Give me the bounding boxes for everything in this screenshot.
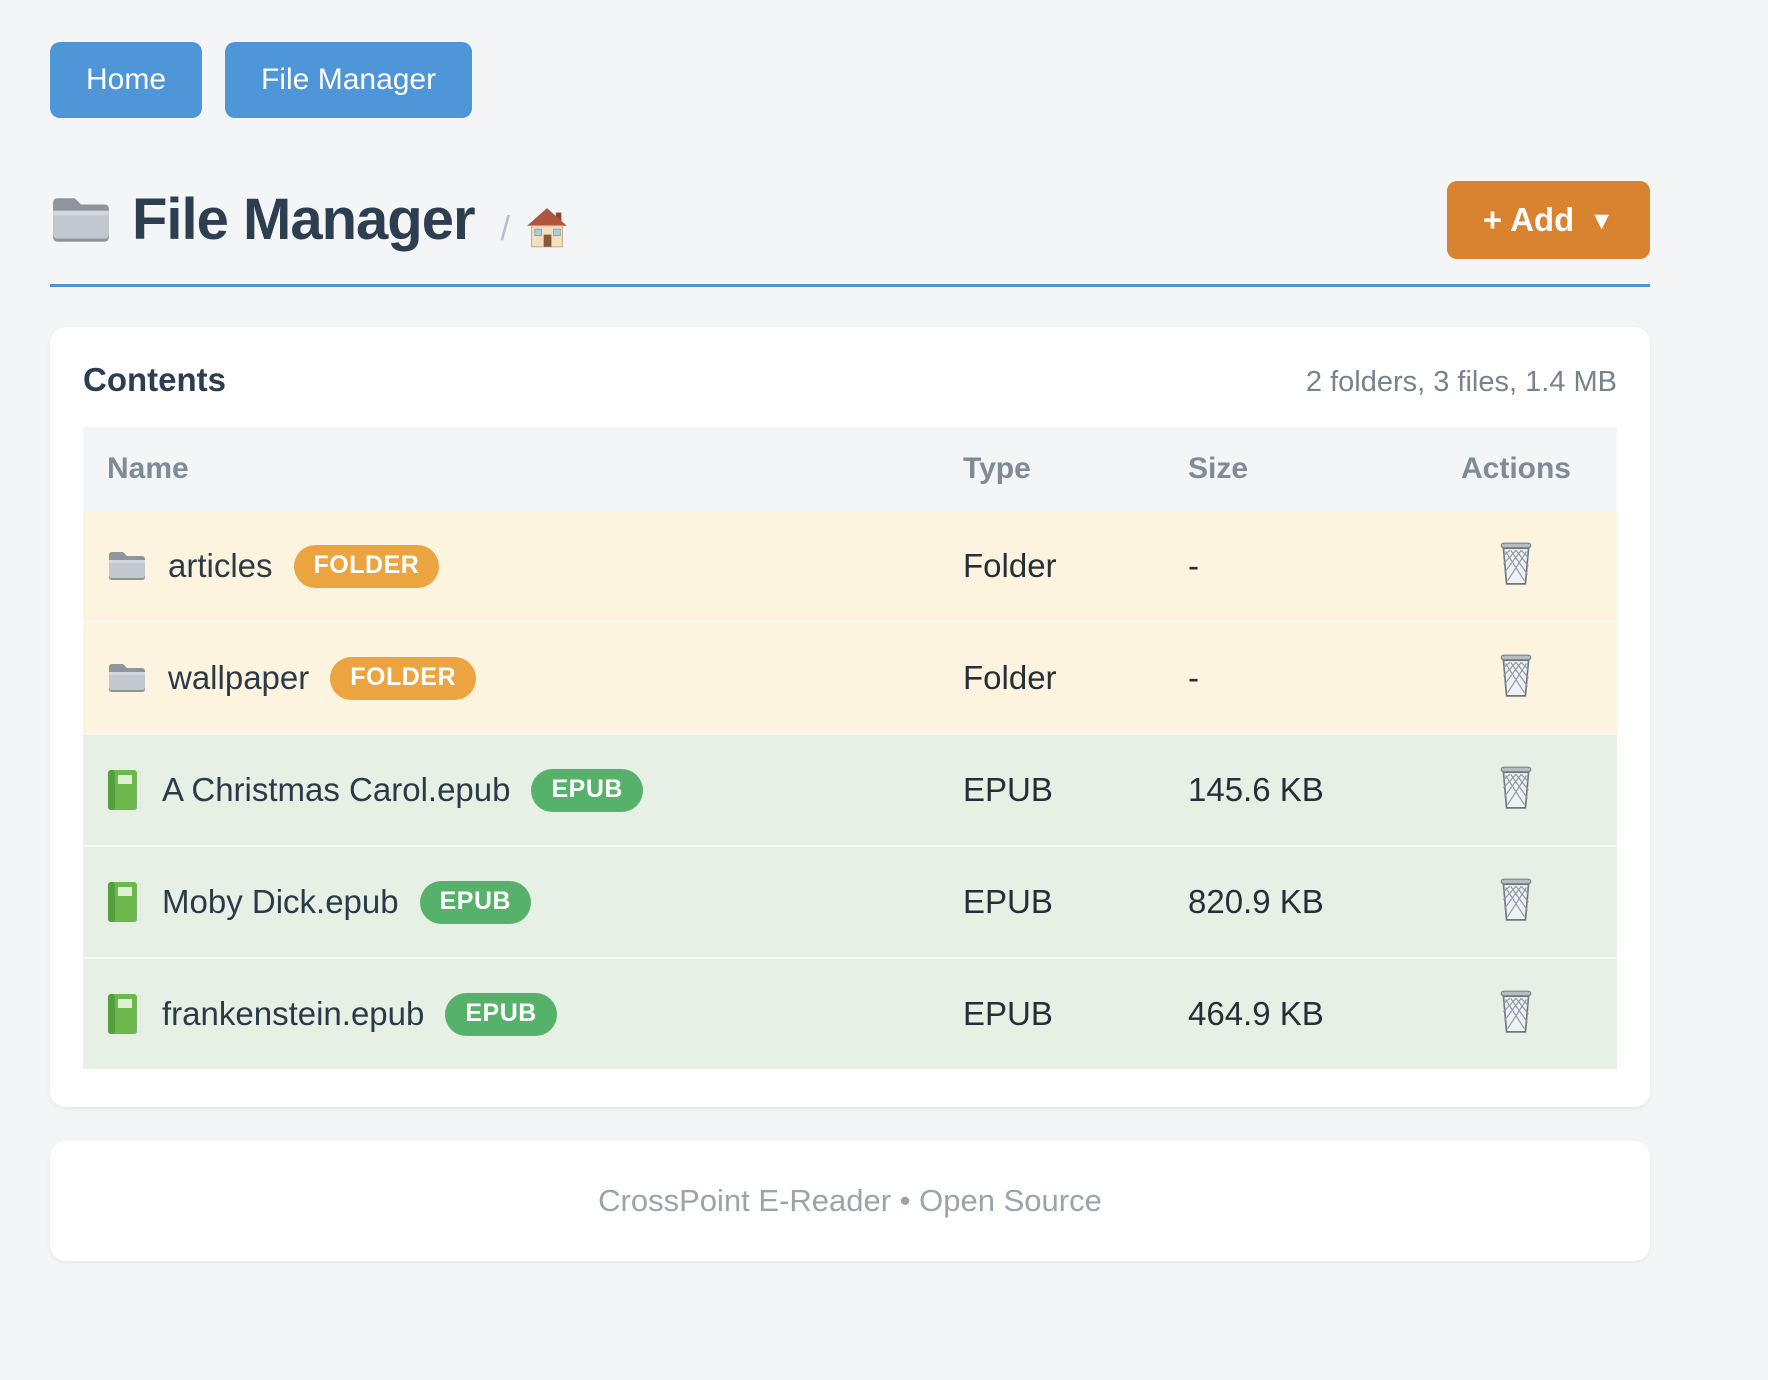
type-cell: EPUB <box>963 883 1188 921</box>
table-row: articles FOLDER Folder - <box>83 511 1617 621</box>
size-cell: - <box>1188 659 1415 697</box>
table-header-row: Name Type Size Actions <box>83 427 1617 511</box>
folder-icon <box>50 195 112 245</box>
file-name-link[interactable]: A Christmas Carol.epub <box>162 771 510 809</box>
trash-icon <box>1495 989 1537 1038</box>
delete-button[interactable] <box>1495 989 1537 1038</box>
page: Home File Manager File Manager / <box>50 0 1650 1261</box>
contents-card: Contents 2 folders, 3 files, 1.4 MB Name… <box>50 327 1650 1107</box>
column-header-name: Name <box>83 452 963 486</box>
green-book-icon <box>107 993 141 1035</box>
type-badge: FOLDER <box>330 657 476 700</box>
table-row: frankenstein.epub EPUB EPUB 464.9 KB <box>83 957 1617 1069</box>
chevron-down-icon: ▼ <box>1589 204 1614 236</box>
add-button[interactable]: + Add ▼ <box>1447 181 1650 259</box>
column-header-size: Size <box>1188 452 1415 486</box>
type-cell: EPUB <box>963 995 1188 1033</box>
table-row: Moby Dick.epub EPUB EPUB 820.9 KB <box>83 845 1617 957</box>
folder-icon <box>107 662 147 694</box>
home-icon <box>526 207 568 252</box>
contents-heading: Contents <box>83 361 226 399</box>
delete-button[interactable] <box>1495 653 1537 702</box>
table-row: A Christmas Carol.epub EPUB EPUB 145.6 K… <box>83 733 1617 845</box>
type-badge: EPUB <box>445 993 556 1036</box>
page-header: File Manager / + Add ▼ <box>50 180 1650 260</box>
file-name-link[interactable]: frankenstein.epub <box>162 995 424 1033</box>
trash-icon <box>1495 765 1537 814</box>
breadcrumb-separator: / <box>501 210 510 249</box>
header-divider <box>50 284 1650 287</box>
type-cell: EPUB <box>963 771 1188 809</box>
breadcrumb-home-button[interactable] <box>526 207 568 252</box>
contents-card-header: Contents 2 folders, 3 files, 1.4 MB <box>83 361 1617 399</box>
type-badge: EPUB <box>420 881 531 924</box>
file-name-link[interactable]: articles <box>168 547 273 585</box>
column-header-actions: Actions <box>1415 452 1617 486</box>
top-nav: Home File Manager <box>50 0 1650 118</box>
delete-button[interactable] <box>1495 541 1537 590</box>
nav-file-manager-button[interactable]: File Manager <box>225 42 472 118</box>
footer-text: CrossPoint E-Reader • Open Source <box>598 1183 1102 1219</box>
file-name-link[interactable]: wallpaper <box>168 659 309 697</box>
type-badge: EPUB <box>531 769 642 812</box>
file-table: Name Type Size Actions articles <box>83 427 1617 1069</box>
size-cell: - <box>1188 547 1415 585</box>
page-title: File Manager <box>132 180 475 260</box>
file-name-link[interactable]: Moby Dick.epub <box>162 883 399 921</box>
type-cell: Folder <box>963 547 1188 585</box>
type-cell: Folder <box>963 659 1188 697</box>
trash-icon <box>1495 653 1537 702</box>
size-cell: 464.9 KB <box>1188 995 1415 1033</box>
delete-button[interactable] <box>1495 765 1537 814</box>
delete-button[interactable] <box>1495 877 1537 926</box>
trash-icon <box>1495 877 1537 926</box>
table-row: wallpaper FOLDER Folder - <box>83 621 1617 733</box>
trash-icon <box>1495 541 1537 590</box>
folder-icon <box>107 550 147 582</box>
contents-summary: 2 folders, 3 files, 1.4 MB <box>1306 366 1617 399</box>
footer: CrossPoint E-Reader • Open Source <box>50 1141 1650 1261</box>
type-badge: FOLDER <box>294 545 440 588</box>
size-cell: 820.9 KB <box>1188 883 1415 921</box>
add-button-label: + Add <box>1483 201 1574 239</box>
column-header-type: Type <box>963 452 1188 486</box>
green-book-icon <box>107 881 141 923</box>
size-cell: 145.6 KB <box>1188 771 1415 809</box>
green-book-icon <box>107 769 141 811</box>
nav-home-button[interactable]: Home <box>50 42 202 118</box>
